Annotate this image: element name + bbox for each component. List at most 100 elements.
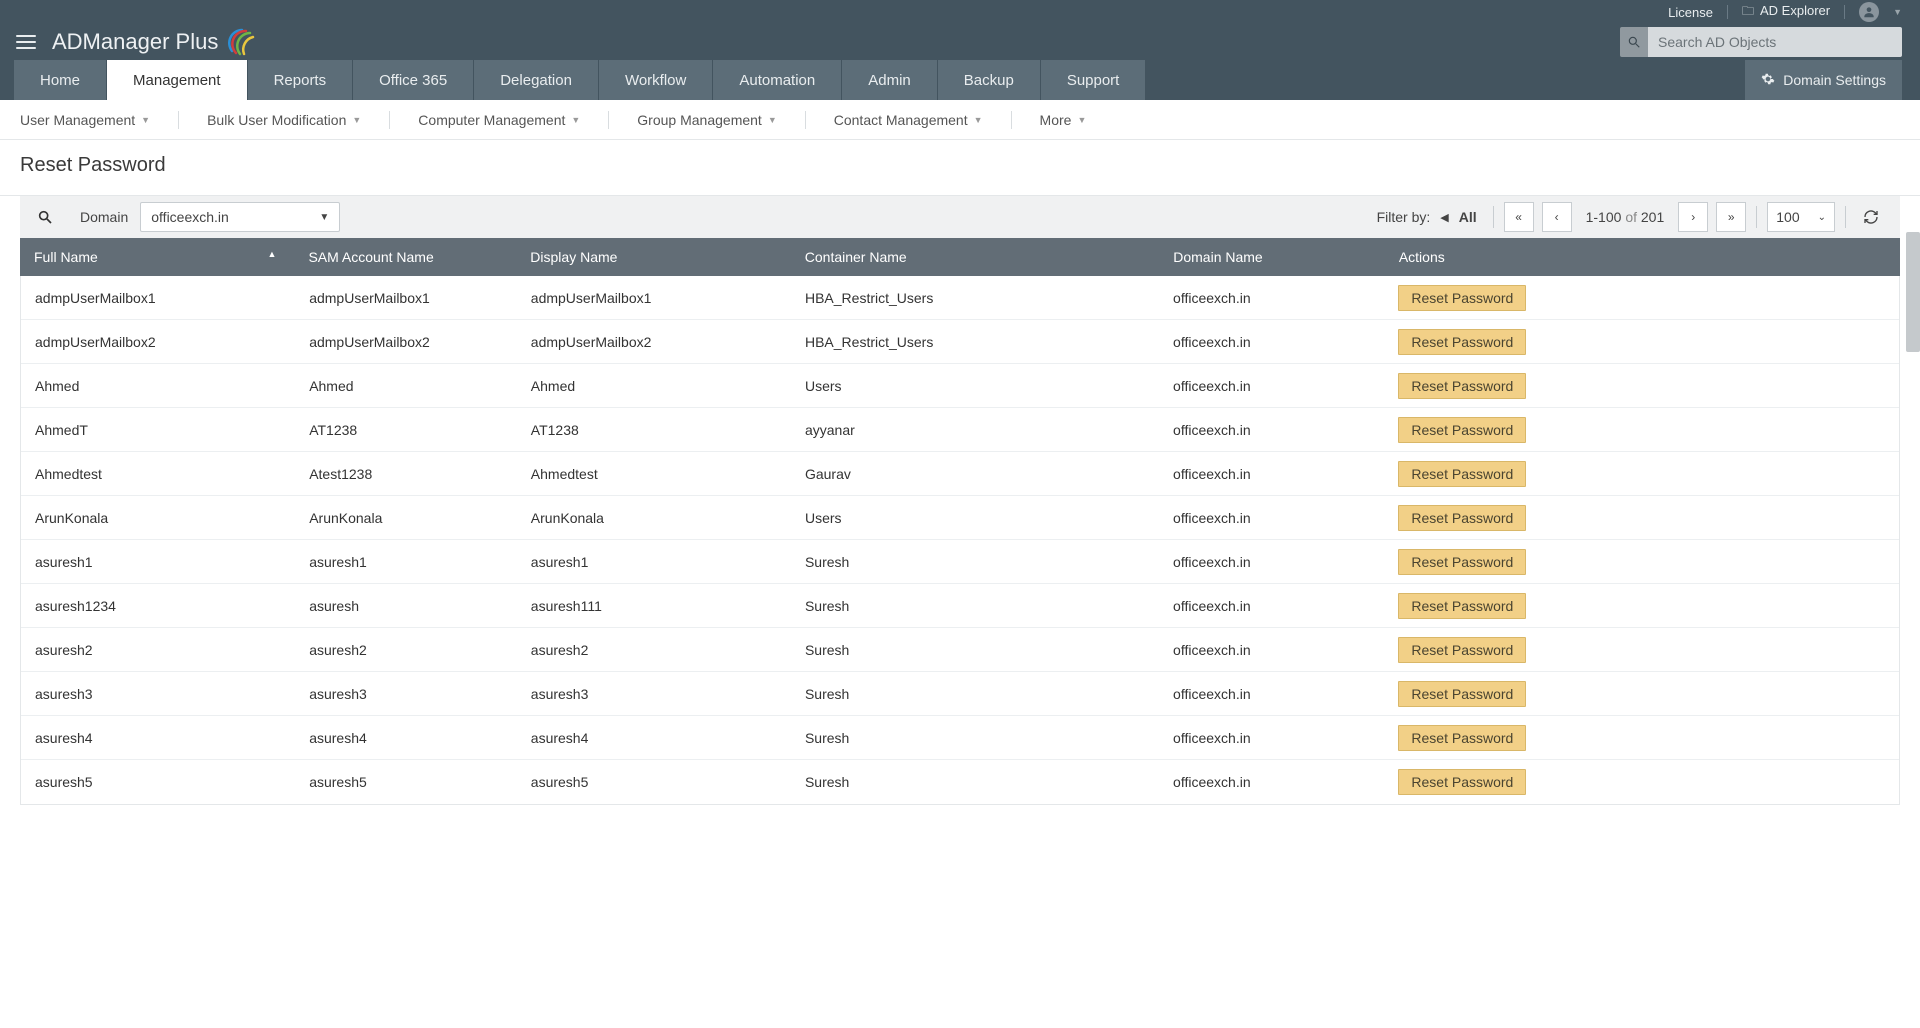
refresh-button[interactable] [1856,202,1886,232]
cell-full-name: asuresh4 [21,730,295,746]
ad-explorer-link[interactable]: AD Explorer [1742,2,1830,23]
subnav-bulk-user-modification[interactable]: Bulk User Modification▼ [207,112,361,128]
chevron-down-icon: ▼ [319,212,329,223]
subnav-more[interactable]: More▼ [1040,112,1087,128]
license-link[interactable]: License [1668,5,1713,20]
reset-password-button[interactable]: Reset Password [1398,769,1526,795]
divider [1727,5,1728,19]
cell-full-name: AhmedT [21,422,295,438]
table-row: asuresh1asuresh1asuresh1Sureshofficeexch… [21,540,1899,584]
page-size-select[interactable]: 100 ⌄ [1767,202,1835,232]
column-header-display[interactable]: Display Name [516,249,790,265]
subnav-computer-management[interactable]: Computer Management▼ [418,112,580,128]
cell-sam: asuresh [295,598,517,614]
chevron-down-icon: ▼ [974,115,983,125]
reset-password-button[interactable]: Reset Password [1398,681,1526,707]
cell-display: ArunKonala [517,510,791,526]
column-header-full-name[interactable]: Full Name [20,249,294,265]
cell-full-name: Ahmed [21,378,295,394]
nav-tab-reports[interactable]: Reports [248,60,353,100]
cell-domain: officeexch.in [1159,334,1384,350]
chevron-down-icon: ▼ [352,115,361,125]
reset-password-button[interactable]: Reset Password [1398,505,1526,531]
cell-domain: officeexch.in [1159,642,1384,658]
cell-container: Suresh [791,686,1159,702]
chevron-down-icon: ▼ [571,115,580,125]
search-input[interactable] [1648,27,1902,57]
reset-password-button[interactable]: Reset Password [1398,593,1526,619]
filter-value[interactable]: All [1459,209,1477,225]
menu-hamburger-icon[interactable] [16,35,36,49]
search-icon[interactable] [1620,27,1648,57]
prev-page-button[interactable]: ‹ [1542,202,1572,232]
first-page-button[interactable]: « [1504,202,1534,232]
page-info: 1-100 of 201 [1580,209,1671,225]
reset-password-button[interactable]: Reset Password [1398,725,1526,751]
cell-display: asuresh1 [517,554,791,570]
user-avatar-icon[interactable] [1859,2,1879,22]
nav-tab-management[interactable]: Management [107,60,247,100]
domain-label: Domain [80,209,128,225]
table-row: ArunKonalaArunKonalaArunKonalaUsersoffic… [21,496,1899,540]
nav-tab-workflow[interactable]: Workflow [599,60,712,100]
page-title: Reset Password [0,140,1920,196]
reset-password-button[interactable]: Reset Password [1398,417,1526,443]
subnav-contact-management[interactable]: Contact Management▼ [834,112,983,128]
reset-password-button[interactable]: Reset Password [1398,637,1526,663]
last-page-button[interactable]: » [1716,202,1746,232]
cell-display: asuresh111 [517,598,791,614]
nav-tab-home[interactable]: Home [14,60,106,100]
reset-password-button[interactable]: Reset Password [1398,373,1526,399]
cell-display: AT1238 [517,422,791,438]
cell-display: asuresh3 [517,686,791,702]
cell-sam: asuresh5 [295,774,517,790]
cell-display: asuresh4 [517,730,791,746]
nav-tab-delegation[interactable]: Delegation [474,60,598,100]
reset-password-button[interactable]: Reset Password [1398,549,1526,575]
cell-full-name: asuresh5 [21,774,295,790]
cell-display: Ahmedtest [517,466,791,482]
column-header-container[interactable]: Container Name [791,249,1159,265]
chevron-down-icon: ▼ [141,115,150,125]
domain-select[interactable]: officeexch.in ▼ [140,202,340,232]
gear-icon [1761,72,1775,89]
nav-tab-admin[interactable]: Admin [842,60,937,100]
nav-tab-backup[interactable]: Backup [938,60,1040,100]
subnav-user-management[interactable]: User Management▼ [20,112,150,128]
cell-container: Users [791,510,1159,526]
cell-container: Gaurav [791,466,1159,482]
column-header-actions: Actions [1385,249,1900,265]
table-search-icon[interactable] [34,206,56,228]
domain-settings-button[interactable]: Domain Settings [1745,60,1902,100]
cell-display: asuresh2 [517,642,791,658]
column-header-sam[interactable]: SAM Account Name [294,249,516,265]
cell-sam: asuresh2 [295,642,517,658]
chevron-down-icon: ⌄ [1818,212,1826,223]
subnav-group-management[interactable]: Group Management▼ [637,112,776,128]
cell-full-name: admpUserMailbox1 [21,290,295,306]
reset-password-button[interactable]: Reset Password [1398,461,1526,487]
nav-tab-support[interactable]: Support [1041,60,1146,100]
nav-tab-office-365[interactable]: Office 365 [353,60,473,100]
cell-container: HBA_Restrict_Users [791,334,1159,350]
reset-password-button[interactable]: Reset Password [1398,329,1526,355]
chevron-down-icon: ▼ [768,115,777,125]
table-row: asuresh5asuresh5asuresh5Sureshofficeexch… [21,760,1899,804]
cell-domain: officeexch.in [1159,598,1384,614]
table-row: AhmedAhmedAhmedUsersofficeexch.inReset P… [21,364,1899,408]
filter-prev-icon[interactable]: ◀ [1440,211,1448,224]
user-menu-caret-icon[interactable]: ▼ [1893,7,1902,17]
cell-domain: officeexch.in [1159,730,1384,746]
next-page-button[interactable]: › [1678,202,1708,232]
cell-sam: admpUserMailbox1 [295,290,517,306]
reset-password-button[interactable]: Reset Password [1398,285,1526,311]
cell-display: admpUserMailbox2 [517,334,791,350]
column-header-domain[interactable]: Domain Name [1159,249,1385,265]
cell-sam: asuresh1 [295,554,517,570]
chevron-down-icon: ▼ [1077,115,1086,125]
cell-full-name: ArunKonala [21,510,295,526]
cell-domain: officeexch.in [1159,466,1384,482]
cell-sam: admpUserMailbox2 [295,334,517,350]
vertical-scrollbar[interactable] [1906,232,1920,352]
nav-tab-automation[interactable]: Automation [713,60,841,100]
